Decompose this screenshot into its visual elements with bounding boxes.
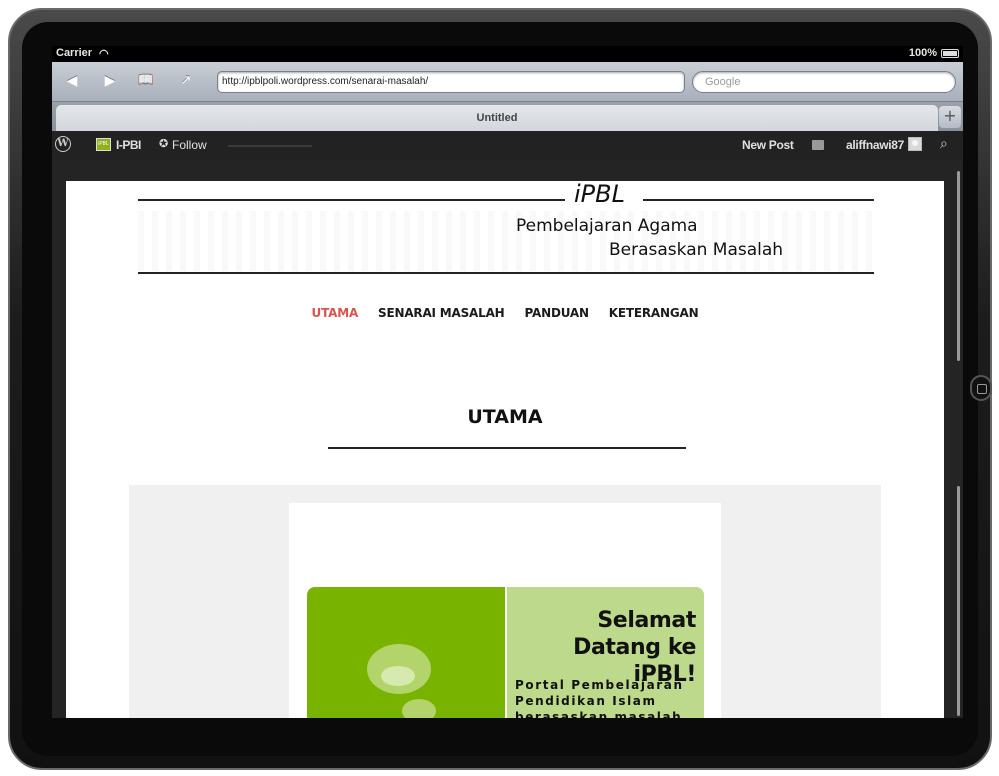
site-title[interactable]: iPBL (574, 181, 625, 208)
wifi-icon: ◠ (99, 48, 109, 60)
nav-item-utama[interactable]: UTAMA (312, 306, 359, 320)
speech-bubble-icon (367, 644, 431, 694)
header-rule-right (643, 199, 874, 201)
speech-bubble-small-icon (402, 699, 436, 718)
follow-link[interactable]: Follow (172, 138, 207, 152)
tab-untitled[interactable]: Untitled (56, 105, 938, 131)
nav-item-panduan[interactable]: PANDUAN (525, 306, 589, 320)
comment-icon[interactable] (812, 140, 824, 150)
web-page: iPBL Pembelajaran Agama Berasaskan Masal… (66, 181, 944, 718)
status-bar: Carrier ◠ 100% (52, 46, 963, 62)
search-icon[interactable]: ⌕ (940, 135, 948, 152)
wordpress-icon[interactable]: W (55, 136, 71, 152)
nav-item-keterangan[interactable]: KETERANGAN (609, 306, 699, 320)
scrollbar-bottom[interactable] (957, 486, 960, 716)
share-icon[interactable]: ↗ (176, 71, 196, 91)
site-tagline-line-1: Pembelajaran Agama (516, 216, 698, 236)
battery-icon (941, 49, 959, 58)
wp-admin-bar: W iPBL I-PBI ✪ Follow New Post aliffnawi… (52, 131, 963, 160)
site-header: iPBL Pembelajaran Agama Berasaskan Masal… (138, 181, 874, 281)
banner-green-panel (307, 587, 505, 718)
search-field[interactable]: Google (692, 71, 956, 93)
banner-heading-line-1: Selamat (597, 608, 696, 633)
address-bar[interactable]: http://ipblpoli.wordpress.com/senarai-ma… (217, 71, 685, 93)
site-name-link[interactable]: I-PBI (116, 138, 141, 152)
home-button[interactable] (970, 375, 992, 401)
new-post-link[interactable]: New Post (742, 138, 794, 152)
banner-heading: Selamat Datang ke iPBL! (507, 607, 696, 688)
tab-bar: Untitled + (52, 102, 963, 131)
scrollbar-top[interactable] (957, 171, 960, 361)
header-rule-left (138, 199, 565, 201)
header-rule-bottom (138, 272, 874, 274)
bookmarks-icon[interactable]: 📖 (136, 71, 156, 91)
forward-icon[interactable]: ▶ (100, 71, 120, 91)
site-tagline-line-2: Berasaskan Masalah (609, 240, 784, 260)
new-tab-button[interactable]: + (939, 106, 961, 128)
welcome-banner: Selamat Datang ke iPBL! Portal Pembelaja… (307, 587, 704, 718)
page-title: UTAMA (467, 406, 543, 428)
admin-search-field[interactable] (228, 145, 312, 147)
battery-label: 100% (908, 47, 937, 59)
main-navigation: UTAMA SENARAI MASALAH PANDUAN KETERANGAN (66, 306, 944, 320)
nav-item-senarai-masalah[interactable]: SENARAI MASALAH (378, 306, 505, 320)
follow-icon[interactable]: ✪ (159, 137, 168, 150)
username-link[interactable]: aliffnawi87 (846, 138, 904, 152)
screen: Carrier ◠ 100% ◀ ▶ 📖 ↗ http://ipblpoli.w… (52, 46, 963, 718)
site-icon[interactable]: iPBL (96, 138, 111, 151)
title-divider (328, 447, 686, 449)
back-icon[interactable]: ◀ (62, 71, 82, 91)
banner-text-panel: Selamat Datang ke iPBL! Portal Pembelaja… (505, 587, 704, 718)
browser-toolbar: ◀ ▶ 📖 ↗ http://ipblpoli.wordpress.com/se… (52, 62, 963, 102)
banner-description: Portal Pembelajaran Pendidikan Islam ber… (515, 678, 684, 718)
avatar[interactable] (908, 137, 922, 151)
carrier-label: Carrier (56, 47, 93, 59)
